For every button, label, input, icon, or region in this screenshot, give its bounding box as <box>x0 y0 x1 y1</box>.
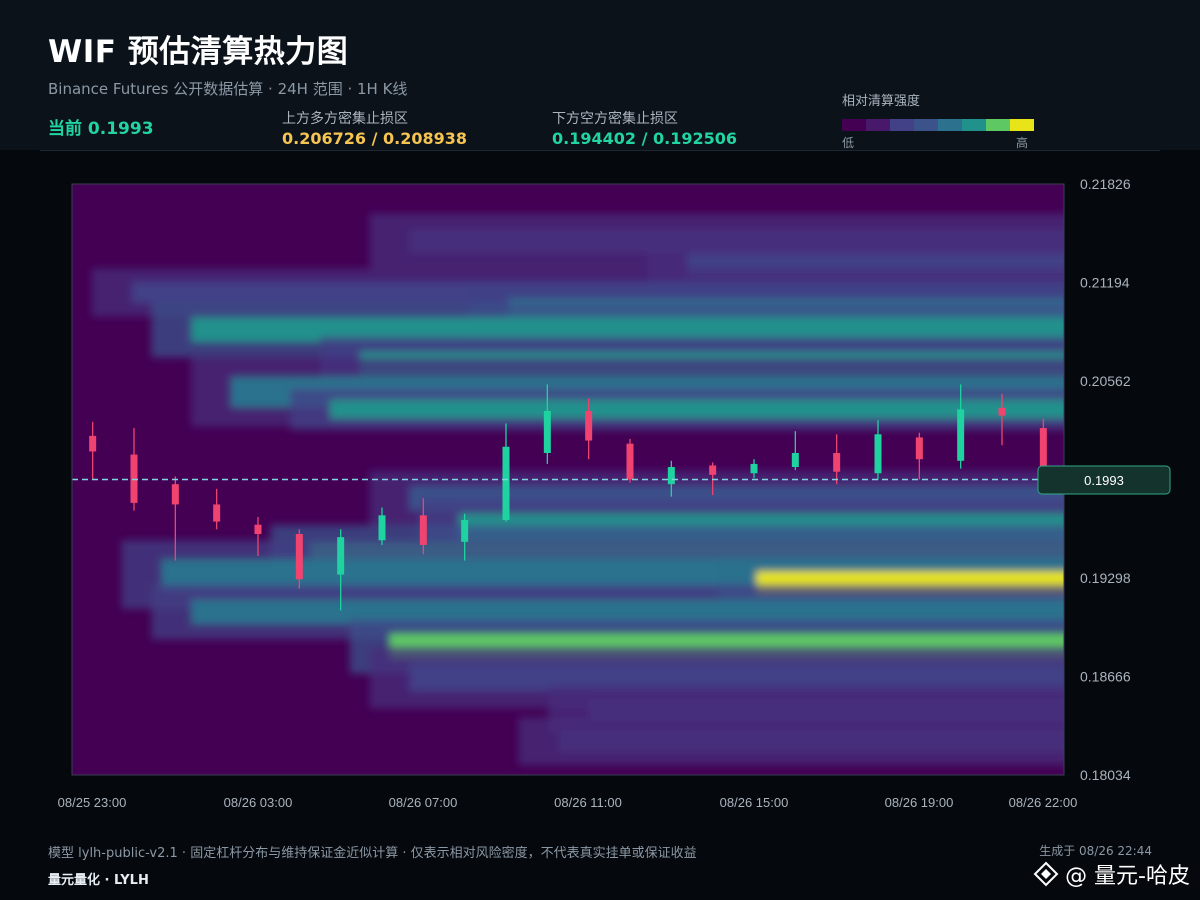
candle-body <box>998 407 1006 416</box>
candle-body <box>833 453 841 472</box>
y-tick-label: 0.21826 <box>1080 176 1131 192</box>
candle-body <box>337 537 345 575</box>
liquidation-band <box>558 730 1064 753</box>
x-tick-label: 08/26 22:00 <box>1009 795 1078 810</box>
candle-body <box>874 434 882 474</box>
candle-body <box>213 504 221 522</box>
candle-body <box>585 410 593 441</box>
footer-brand: 量元量化 · LYLH <box>48 873 149 888</box>
current-price-tag-label: 0.1993 <box>1084 473 1124 488</box>
candle-body <box>378 515 386 541</box>
candle-body <box>419 515 427 545</box>
candle-body <box>89 435 97 452</box>
candle-body <box>791 453 799 468</box>
y-tick-label: 0.19298 <box>1080 570 1131 586</box>
current-price-tag: 0.1993 <box>1037 465 1171 495</box>
watermark: @ 量元-哈皮 <box>1033 858 1190 890</box>
footer-note: 模型 lylh-public-v2.1 · 固定杠杆分布与维持保证金近似计算 ·… <box>48 846 697 861</box>
x-tick-label: 08/26 03:00 <box>224 795 293 810</box>
y-tick-label: 0.18034 <box>1080 767 1131 783</box>
x-tick-label: 08/26 07:00 <box>389 795 458 810</box>
candle-body <box>461 520 469 542</box>
candle-body <box>543 410 551 454</box>
candle-body <box>295 534 303 580</box>
candle-body <box>915 437 923 460</box>
candle-body <box>254 524 262 535</box>
x-tick-label: 08/26 11:00 <box>554 795 622 810</box>
y-tick-label: 0.18666 <box>1080 669 1131 685</box>
generated-time: 生成于 08/26 22:44 <box>1039 844 1152 858</box>
y-tick-label: 0.21194 <box>1080 275 1130 291</box>
candle-body <box>171 484 179 505</box>
candle-body <box>626 443 634 480</box>
candle-body <box>750 463 758 474</box>
x-tick-label: 08/26 15:00 <box>720 795 789 810</box>
watermark-text: @ 量元-哈皮 <box>1065 864 1190 889</box>
liquidation-heatmap-chart: 0.21826 0.21194 0.20562 0.19298 0.18666 0.180… <box>58 176 1171 810</box>
candle-body <box>709 465 717 475</box>
candle-body <box>130 454 138 503</box>
candle-body <box>957 409 965 461</box>
x-tick-label: 08/25 23:00 <box>58 795 127 810</box>
diamond-logo-icon <box>1033 861 1059 887</box>
candle-body <box>502 446 510 521</box>
y-tick-label: 0.20562 <box>1080 373 1131 389</box>
candle-body <box>667 467 675 485</box>
x-tick-label: 08/26 19:00 <box>885 795 954 810</box>
candle-down <box>626 438 634 483</box>
